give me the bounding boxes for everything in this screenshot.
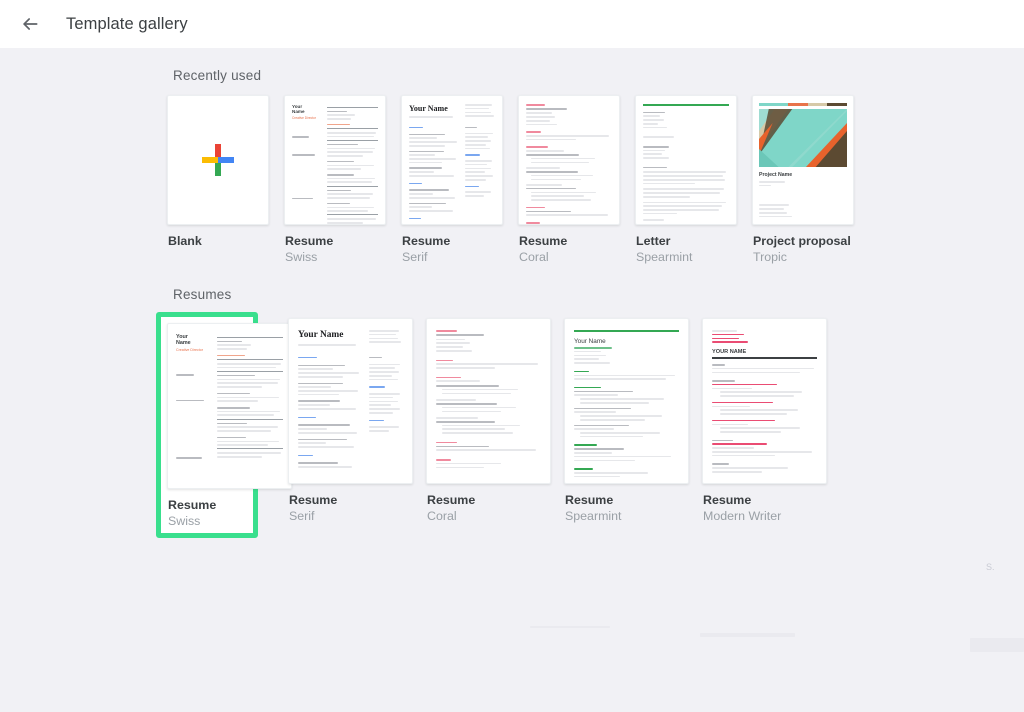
tropic-artwork (759, 109, 847, 167)
template-label: Resume Serif (288, 493, 390, 524)
template-style: Spearmint (565, 509, 622, 523)
template-name: Resume (289, 493, 338, 507)
thumb-subtitle: Creative Director (176, 347, 203, 352)
thumb-subtitle: Creative Director (292, 116, 316, 121)
template-label: Resume Serif (401, 234, 503, 265)
page-title: Template gallery (66, 14, 188, 33)
template-label: Project proposal Tropic (752, 234, 854, 265)
template-card-resume-serif-2[interactable]: Your Name Resume Serif (288, 318, 413, 534)
template-label: Letter Spearmint (635, 234, 737, 265)
thumb-project-name: Project Name (759, 172, 793, 178)
template-card-resume-coral-2[interactable]: Resume Coral (426, 318, 551, 534)
thumb-name-2: Name (176, 340, 191, 347)
render-artifact (970, 638, 1024, 652)
template-label: Blank (167, 234, 269, 249)
template-name: Resume (402, 234, 451, 248)
template-name: Resume (703, 493, 752, 507)
template-label: Resume Spearmint (564, 493, 666, 524)
template-name: Project proposal (753, 234, 851, 248)
template-thumbnail: Your Name (401, 95, 503, 225)
template-name: Resume (168, 498, 217, 512)
template-thumbnail: Your Name Creative Director (167, 323, 292, 489)
template-name: Letter (636, 234, 671, 248)
section-title-recently-used: Recently used (173, 68, 262, 83)
arrow-left-icon (20, 14, 40, 34)
template-style: Spearmint (636, 250, 693, 264)
template-card-project-proposal-tropic[interactable]: Project Name Project proposal Tropic (752, 95, 854, 265)
google-plus-icon (202, 144, 234, 176)
template-style: Modern Writer (703, 509, 782, 523)
thumb-name: Your Name (574, 337, 606, 345)
template-row-recently-used: Blank Your Name Creative Director Resume… (155, 95, 915, 265)
template-name: Resume (519, 234, 568, 248)
template-thumbnail (167, 95, 269, 225)
render-artifact (530, 626, 610, 628)
template-style: Serif (402, 250, 428, 264)
template-label: Resume Swiss (167, 498, 247, 529)
template-thumbnail (426, 318, 551, 484)
thumb-name: Your Name (298, 330, 344, 340)
template-thumbnail: Your Name Creative Director (284, 95, 386, 225)
template-thumbnail (518, 95, 620, 225)
template-thumbnail: Your Name (288, 318, 413, 484)
template-thumbnail: YOUR NAME (702, 318, 827, 484)
template-name: Resume (427, 493, 476, 507)
template-card-resume-swiss[interactable]: Your Name Creative Director Resume Swiss (284, 95, 386, 265)
back-button[interactable] (16, 10, 44, 38)
template-thumbnail (635, 95, 737, 225)
template-style: Tropic (753, 250, 787, 264)
template-card-letter-spearmint[interactable]: Letter Spearmint (635, 95, 737, 265)
thumb-name-2: Name (292, 109, 305, 115)
template-style: Coral (427, 509, 457, 523)
template-card-resume-swiss-selected[interactable]: Your Name Creative Director Resume Swiss (156, 312, 292, 538)
template-card-blank[interactable]: Blank (167, 95, 269, 265)
app-header: Template gallery (0, 0, 1024, 48)
render-artifact (700, 633, 795, 637)
template-thumbnail: Your Name (564, 318, 689, 484)
template-style: Swiss (168, 514, 201, 528)
template-style: Coral (519, 250, 549, 264)
template-thumbnail: Project Name (752, 95, 854, 225)
template-name: Resume (565, 493, 614, 507)
template-card-resume-coral[interactable]: Resume Coral (518, 95, 620, 265)
template-label: Resume Modern Writer (702, 493, 804, 524)
template-style: Swiss (285, 250, 318, 264)
template-label: Resume Coral (426, 493, 528, 524)
template-label: Resume Coral (518, 234, 620, 265)
template-card-resume-spearmint[interactable]: Your Name Resume Spearmint (564, 318, 689, 534)
thumb-name-caps: YOUR NAME (712, 348, 747, 355)
template-name: Resume (285, 234, 334, 248)
thumb-name: Your Name (409, 104, 448, 113)
template-row-resumes: Your Name Creative Director Resume Swiss… (155, 312, 915, 538)
section-title-resumes: Resumes (173, 287, 232, 302)
template-label: Resume Swiss (284, 234, 386, 265)
gallery-body: S. Recently used Blank Your Name Creativ… (0, 48, 1024, 712)
gallery-content: Recently used Blank Your Name Creative D… (155, 48, 915, 538)
tropic-color-bar (759, 103, 848, 106)
corner-mark: S. (986, 562, 995, 572)
template-name: Blank (168, 234, 202, 248)
template-style: Serif (289, 509, 315, 523)
template-card-resume-serif[interactable]: Your Name Resume Serif (401, 95, 503, 265)
template-card-resume-modern-writer[interactable]: YOUR NAME Resume Modern Writer (702, 318, 827, 534)
